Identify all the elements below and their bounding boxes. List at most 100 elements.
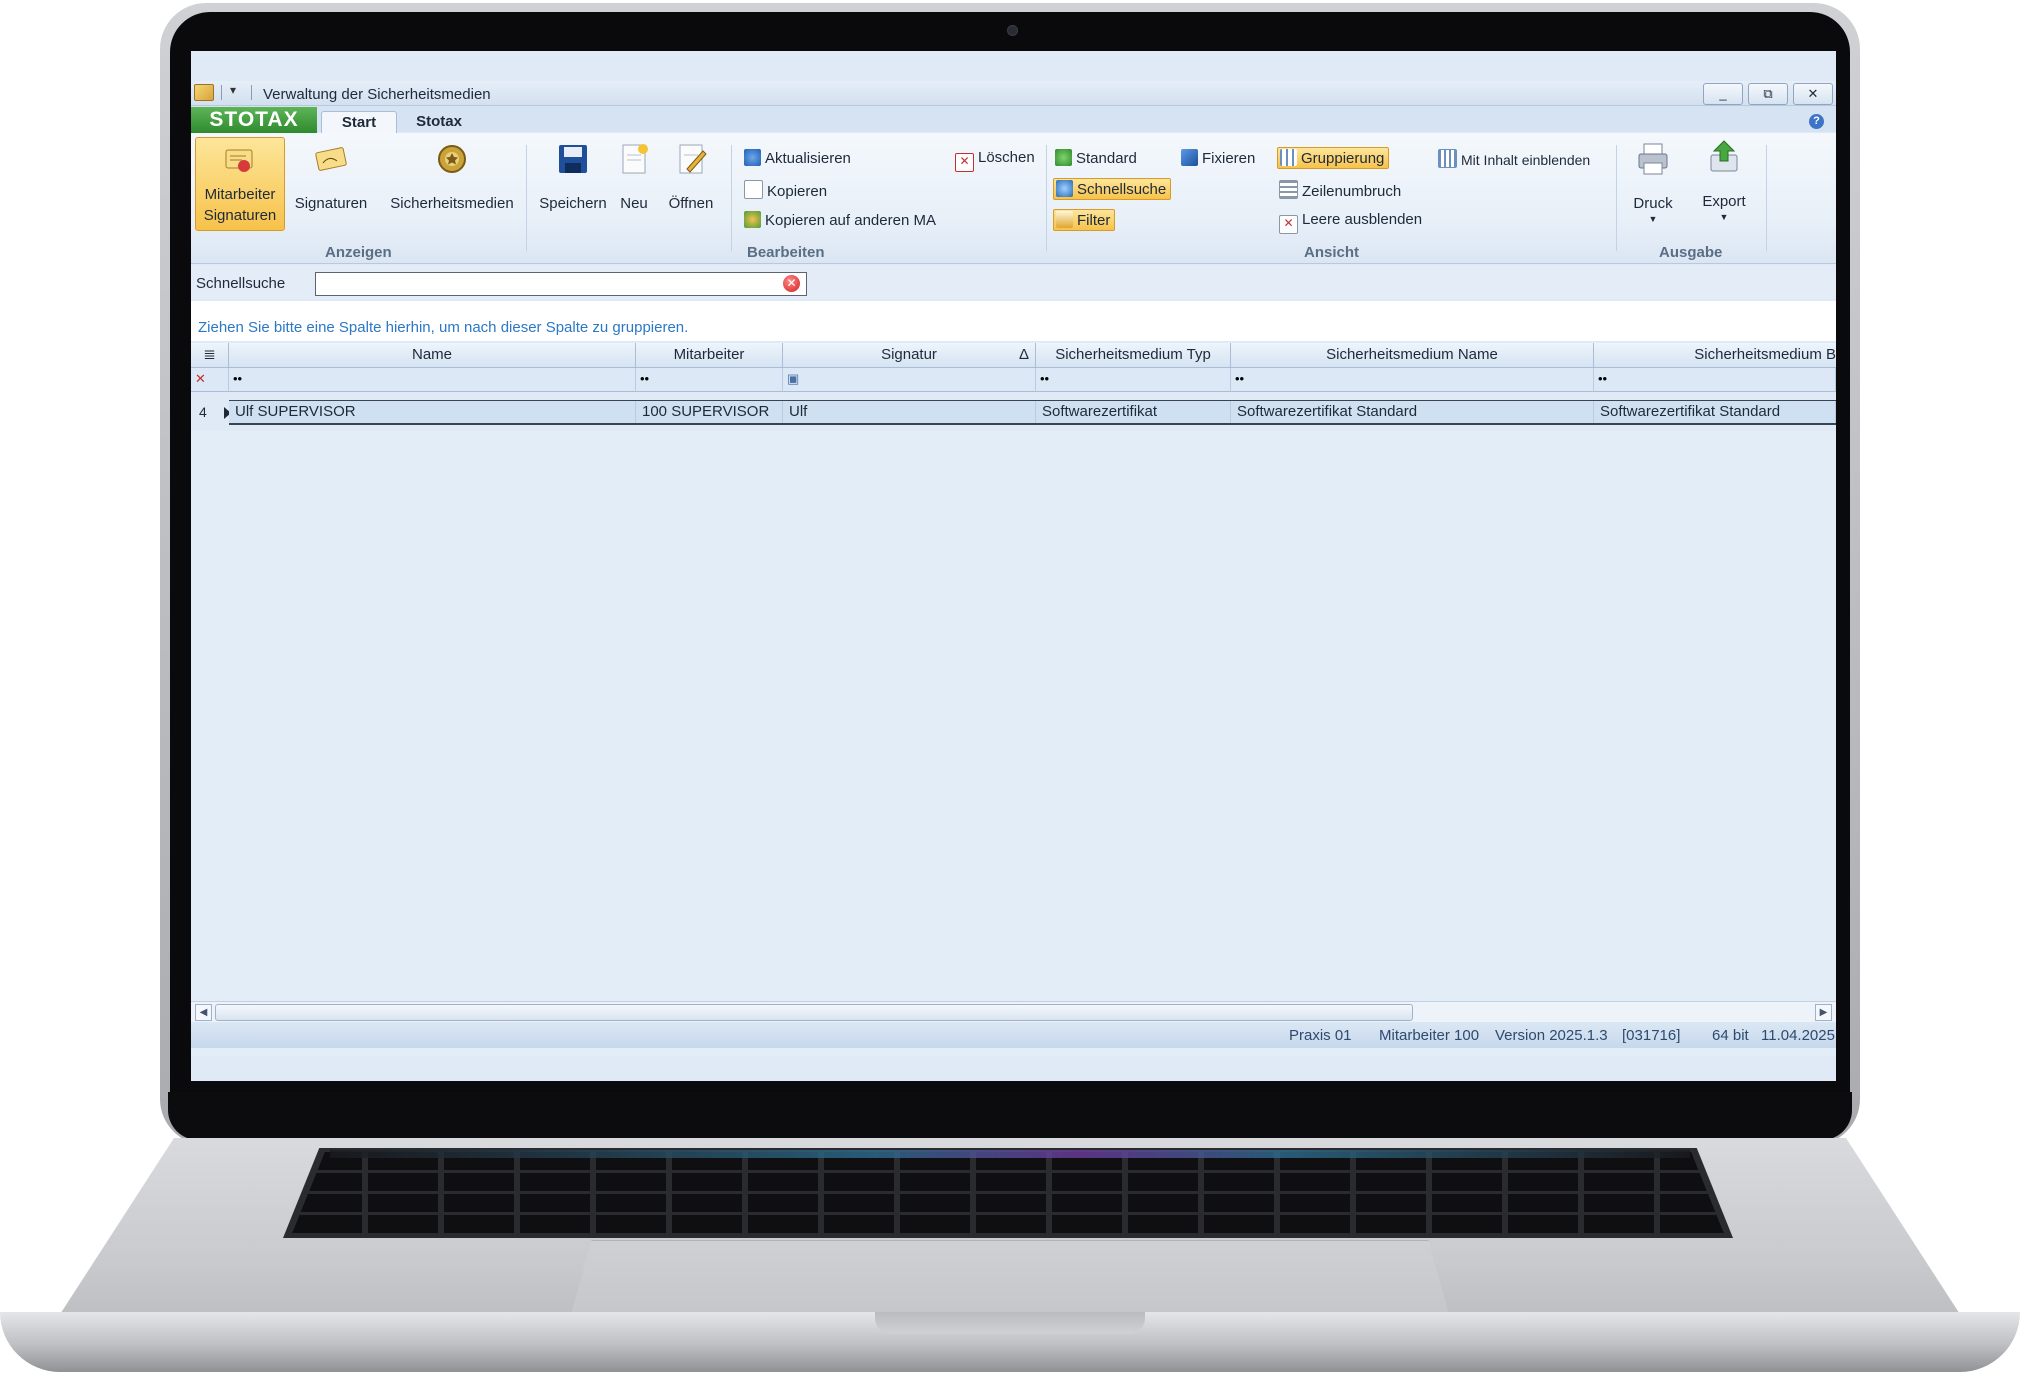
- mitarbeiter-signaturen-button[interactable]: Mitarbeiter Signaturen: [195, 137, 285, 231]
- row-number: 4: [199, 404, 207, 420]
- printer-icon: [1635, 141, 1671, 177]
- mit-inhalt-button[interactable]: Mit Inhalt einblenden: [1438, 149, 1590, 168]
- column-header-mitarbeiter[interactable]: Mitarbeiter: [636, 343, 783, 368]
- quick-search-bar: Schnellsuche ✕: [191, 265, 1836, 299]
- scroll-thumb[interactable]: [215, 1004, 1413, 1021]
- druck-label: Druck: [1633, 195, 1673, 212]
- scroll-left-icon[interactable]: ◀: [195, 1004, 212, 1021]
- divider: [1766, 145, 1767, 251]
- search-input[interactable]: [315, 272, 807, 296]
- ribbon: Mitarbeiter Signaturen Signaturen Sicher…: [191, 133, 1836, 264]
- app-window: ▾ Verwaltung der Sicherheitsmedien _ ⧉ ✕…: [191, 51, 1836, 1081]
- export-label: Export: [1702, 193, 1746, 210]
- delete-icon: ✕: [955, 153, 974, 172]
- oeffnen-button[interactable]: Öffnen: [659, 141, 723, 212]
- mitarbeiter-signaturen-label-1: Mitarbeiter: [204, 186, 276, 203]
- status-version: Version 2025.1.3: [1495, 1027, 1608, 1044]
- table-cell-medium-b[interactable]: Softwarezertifikat Standard: [1594, 401, 1836, 423]
- group-hint-text: Ziehen Sie bitte eine Spalte hierhin, um…: [198, 319, 689, 336]
- close-button[interactable]: ✕: [1793, 83, 1833, 105]
- signaturen-button[interactable]: Signaturen: [289, 141, 373, 212]
- app-icon[interactable]: [194, 84, 214, 101]
- neu-button[interactable]: Neu: [611, 141, 657, 212]
- column-header-medium-name[interactable]: Sicherheitsmedium Name: [1231, 343, 1594, 368]
- column-chooser-icon[interactable]: ≣: [191, 343, 229, 368]
- gruppierung-button[interactable]: Gruppierung: [1277, 147, 1390, 169]
- speichern-label: Speichern: [539, 195, 607, 212]
- column-header-signatur[interactable]: Signatur Δ: [783, 343, 1036, 368]
- minimize-button[interactable]: _: [1703, 83, 1743, 105]
- restore-button[interactable]: ⧉: [1748, 83, 1788, 105]
- copy-users-icon: [744, 211, 761, 228]
- zeilenumbruch-button[interactable]: Zeilenumbruch: [1279, 180, 1401, 200]
- speichern-button[interactable]: Speichern: [535, 141, 611, 212]
- chevron-down-icon: ▼: [1648, 214, 1658, 224]
- kopieren-ma-label: Kopieren auf anderen MA: [765, 212, 936, 229]
- aktualisieren-label: Aktualisieren: [765, 150, 851, 167]
- table-cell-typ[interactable]: Softwarezertifikat: [1036, 401, 1231, 423]
- standard-button[interactable]: Standard: [1055, 149, 1137, 167]
- fixieren-label: Fixieren: [1202, 150, 1256, 167]
- keyboard-rows: [292, 1152, 1724, 1234]
- table-cell-mitarbeiter[interactable]: 100 SUPERVISOR: [636, 401, 783, 423]
- title-bar: ▾ Verwaltung der Sicherheitsmedien _ ⧉ ✕: [191, 81, 1836, 106]
- tab-stotax[interactable]: Stotax: [399, 111, 479, 133]
- filter-icon: [1056, 211, 1073, 228]
- certificate-pen-icon: [222, 142, 258, 178]
- table-cell-medium-name[interactable]: Softwarezertifikat Standard: [1231, 401, 1594, 423]
- group-label-ausgabe: Ausgabe: [1659, 244, 1723, 261]
- refresh-icon: [744, 149, 761, 166]
- save-disk-icon: [555, 141, 591, 177]
- status-build: [031716]: [1622, 1027, 1681, 1044]
- filter-cell-medium-name[interactable]: ••: [1231, 368, 1594, 392]
- column-header-name[interactable]: Name: [229, 343, 636, 368]
- help-icon[interactable]: ?: [1809, 114, 1824, 129]
- schnellsuche-button[interactable]: Schnellsuche: [1053, 178, 1172, 200]
- quick-access-dropdown-icon[interactable]: ▾: [230, 83, 236, 97]
- tab-start[interactable]: Start: [321, 111, 397, 134]
- hide-empty-icon: ✕: [1279, 215, 1298, 234]
- sicherheitsmedien-button[interactable]: Sicherheitsmedien: [383, 141, 521, 212]
- scroll-right-icon[interactable]: ▶: [1815, 1004, 1832, 1021]
- oeffnen-label: Öffnen: [668, 195, 714, 212]
- laptop-notch: [875, 1312, 1145, 1334]
- copy-icon: [744, 180, 763, 199]
- table-cell-signatur[interactable]: Ulf: [783, 401, 1036, 423]
- filter-cell-name[interactable]: ••: [229, 368, 636, 392]
- loeschen-button[interactable]: ✕ Löschen: [955, 149, 1035, 172]
- filter-button[interactable]: Filter: [1053, 209, 1116, 231]
- kopieren-button[interactable]: Kopieren: [744, 180, 827, 200]
- loeschen-label: Löschen: [978, 149, 1035, 166]
- brand-logo[interactable]: STOTAX: [191, 107, 317, 133]
- filter-cell-mitarbeiter[interactable]: ••: [636, 368, 783, 392]
- line-wrap-icon: [1279, 180, 1298, 199]
- column-header-typ[interactable]: Sicherheitsmedium Typ: [1036, 343, 1231, 368]
- aktualisieren-button[interactable]: Aktualisieren: [744, 149, 851, 167]
- kopieren-label: Kopieren: [767, 183, 828, 200]
- horizontal-scrollbar[interactable]: ◀ ▶: [191, 1001, 1836, 1022]
- export-button[interactable]: Export ▼: [1689, 139, 1759, 222]
- leere-ausblenden-button[interactable]: ✕ Leere ausblenden: [1279, 211, 1422, 234]
- divider: [251, 85, 252, 100]
- filter-cell-typ[interactable]: ••: [1036, 368, 1231, 392]
- table-cell-name[interactable]: Ulf SUPERVISOR: [229, 401, 636, 423]
- schnellsuche-label: Schnellsuche: [1077, 181, 1167, 198]
- camera-icon: [1007, 25, 1018, 36]
- clear-filter-icon[interactable]: ✕: [191, 368, 229, 392]
- open-document-icon: [673, 141, 709, 177]
- screen-chin: [168, 1092, 1852, 1140]
- clear-search-icon[interactable]: ✕: [783, 275, 800, 292]
- chevron-down-icon: ▼: [1719, 212, 1729, 222]
- fixieren-button[interactable]: Fixieren: [1181, 149, 1255, 167]
- status-mitarbeiter: Mitarbeiter 100: [1379, 1027, 1480, 1044]
- sort-ascending-icon: Δ: [1018, 346, 1029, 363]
- filter-cell-medium-b[interactable]: ••: [1594, 368, 1836, 392]
- status-praxis: Praxis 01: [1289, 1027, 1352, 1044]
- status-date: 11.04.2025: [1761, 1027, 1835, 1044]
- filter-cell-signatur[interactable]: ▣: [783, 368, 1036, 392]
- column-header-medium-b[interactable]: Sicherheitsmedium B: [1594, 343, 1836, 368]
- divider: [1046, 145, 1047, 251]
- kopieren-ma-button[interactable]: Kopieren auf anderen MA: [744, 211, 936, 229]
- window-title: Verwaltung der Sicherheitsmedien: [263, 86, 491, 103]
- druck-button[interactable]: Druck ▼: [1621, 141, 1685, 224]
